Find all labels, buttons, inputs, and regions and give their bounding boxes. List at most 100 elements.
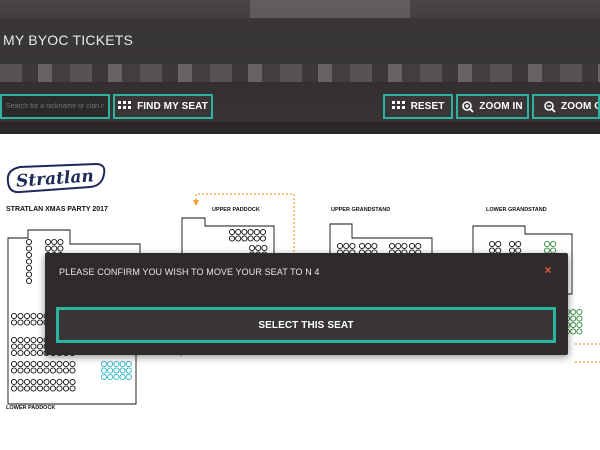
seat[interactable] — [235, 228, 242, 236]
zoom-in-button[interactable]: ZOOM IN — [456, 94, 529, 119]
seat[interactable] — [17, 378, 24, 386]
seat[interactable] — [10, 312, 18, 320]
seat[interactable] — [23, 312, 31, 320]
seat[interactable] — [576, 328, 583, 335]
seat[interactable] — [241, 228, 248, 236]
seat[interactable] — [228, 228, 236, 236]
seat[interactable] — [576, 315, 583, 322]
seat[interactable] — [17, 312, 24, 320]
seat[interactable] — [576, 321, 583, 329]
search-field[interactable] — [0, 94, 110, 119]
seat[interactable] — [107, 367, 114, 374]
seat[interactable] — [336, 242, 344, 250]
seat[interactable] — [56, 367, 63, 374]
seat[interactable] — [100, 367, 108, 374]
seat[interactable] — [247, 228, 254, 236]
seat[interactable] — [25, 277, 33, 285]
seat[interactable] — [113, 367, 120, 374]
seat[interactable] — [408, 242, 416, 250]
seat[interactable] — [23, 378, 31, 386]
reset-button[interactable]: RESET — [383, 94, 453, 119]
seat[interactable] — [49, 385, 57, 392]
seat[interactable] — [10, 343, 18, 350]
seat[interactable] — [119, 367, 126, 374]
seat[interactable] — [56, 378, 63, 386]
seat[interactable] — [495, 240, 502, 248]
seat[interactable] — [30, 349, 37, 357]
seat[interactable] — [570, 308, 577, 316]
seat[interactable] — [570, 321, 577, 329]
seat[interactable] — [25, 251, 33, 259]
seat[interactable] — [23, 349, 31, 357]
seat[interactable] — [43, 378, 50, 386]
seat[interactable] — [570, 328, 577, 335]
seat[interactable] — [10, 378, 18, 386]
seat[interactable] — [44, 238, 52, 246]
seat[interactable] — [261, 244, 268, 252]
seat[interactable] — [23, 319, 31, 326]
seat[interactable] — [51, 245, 58, 252]
seat[interactable] — [255, 244, 262, 252]
seat[interactable] — [576, 308, 583, 316]
seat[interactable] — [57, 238, 64, 246]
seat[interactable] — [51, 238, 58, 246]
seat[interactable] — [62, 385, 70, 392]
seat[interactable] — [25, 258, 33, 265]
seat[interactable] — [36, 349, 44, 357]
seat[interactable] — [44, 245, 52, 252]
seat[interactable] — [36, 367, 44, 374]
seat[interactable] — [30, 343, 37, 350]
select-this-seat-button[interactable]: SELECT THIS SEAT — [56, 307, 556, 343]
seat[interactable] — [395, 242, 402, 250]
seat[interactable] — [57, 245, 64, 252]
seat[interactable] — [17, 385, 24, 392]
seat[interactable] — [30, 367, 37, 374]
seat[interactable] — [358, 242, 366, 250]
seat[interactable] — [17, 367, 24, 374]
seat[interactable] — [10, 319, 18, 326]
seat[interactable] — [23, 385, 31, 392]
seat[interactable] — [119, 360, 126, 368]
seat[interactable] — [253, 228, 260, 236]
seat[interactable] — [43, 360, 50, 368]
seat[interactable] — [259, 228, 267, 236]
seat[interactable] — [25, 271, 33, 278]
seat[interactable] — [343, 242, 350, 250]
seat[interactable] — [17, 343, 24, 350]
seat[interactable] — [515, 240, 522, 248]
seat[interactable] — [69, 360, 76, 368]
seat[interactable] — [125, 373, 132, 381]
seat[interactable] — [488, 240, 496, 248]
seat[interactable] — [247, 235, 254, 242]
seat[interactable] — [23, 360, 31, 368]
seat[interactable] — [371, 242, 378, 250]
seat[interactable] — [62, 378, 70, 386]
seat[interactable] — [401, 242, 408, 250]
search-input[interactable] — [6, 103, 104, 110]
seat[interactable] — [49, 360, 57, 368]
seat[interactable] — [30, 319, 37, 326]
seat[interactable] — [113, 360, 120, 368]
seat[interactable] — [49, 367, 57, 374]
seat[interactable] — [100, 360, 108, 368]
seat[interactable] — [10, 336, 18, 344]
seat[interactable] — [36, 319, 44, 326]
seat[interactable] — [30, 378, 37, 386]
seat[interactable] — [69, 367, 76, 374]
zoom-out-button[interactable]: ZOOM OUT — [532, 94, 600, 119]
seat[interactable] — [25, 264, 33, 272]
seat[interactable] — [36, 336, 44, 344]
seat[interactable] — [543, 240, 551, 248]
seat[interactable] — [508, 240, 516, 248]
seat[interactable] — [365, 242, 372, 250]
seat[interactable] — [56, 360, 63, 368]
seat[interactable] — [253, 235, 260, 242]
seat[interactable] — [23, 343, 31, 350]
seat[interactable] — [36, 378, 44, 386]
seat[interactable] — [125, 360, 132, 368]
seat[interactable] — [415, 242, 422, 250]
seat[interactable] — [235, 235, 242, 242]
seat[interactable] — [30, 336, 37, 344]
seat[interactable] — [62, 360, 70, 368]
seat[interactable] — [36, 360, 44, 368]
